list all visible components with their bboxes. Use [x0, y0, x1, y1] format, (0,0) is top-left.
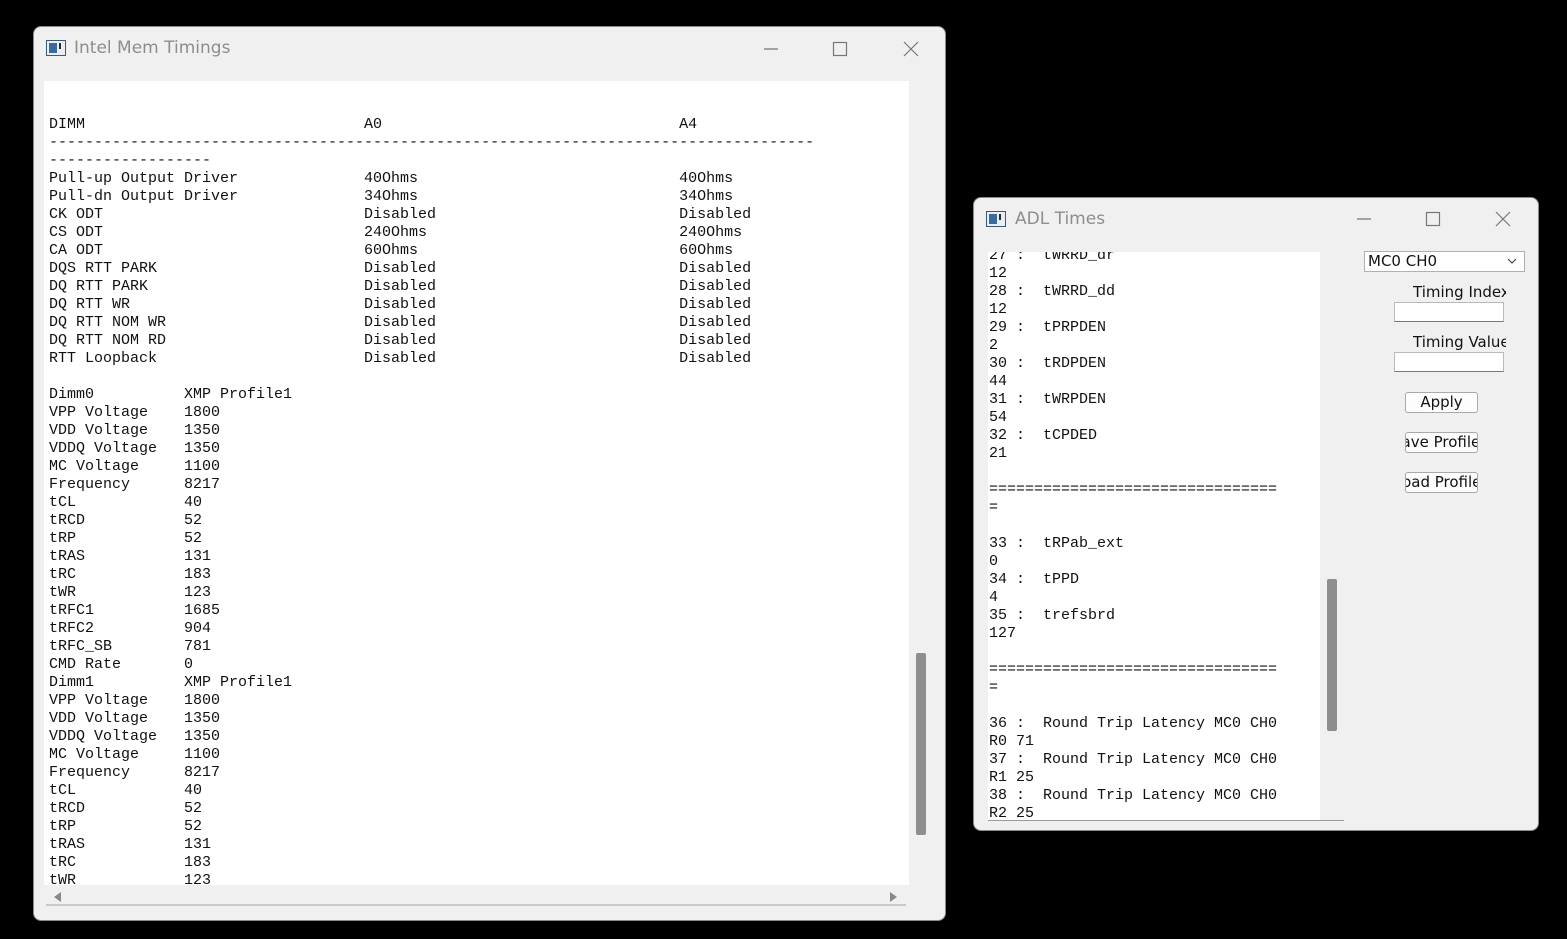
timing-index-input[interactable]: [1394, 302, 1504, 322]
timings-list-text: 27 : tWRRD_dr 12 28 : tWRRD_dd 12 29 : t…: [989, 252, 1278, 820]
window-title: ADL Times: [1015, 209, 1106, 229]
app-icon: [986, 211, 1006, 227]
list-scrollbar-thumb[interactable]: [1327, 579, 1337, 731]
load-profile-button[interactable]: Load Profile: [1405, 472, 1478, 493]
vertical-scrollbar-thumb[interactable]: [916, 653, 926, 835]
horizontal-scrollbar-line: [46, 904, 906, 906]
horizontal-scrollbar[interactable]: [44, 885, 909, 910]
title-bar[interactable]: Intel Mem Timings: [34, 27, 945, 71]
memory-timings-text: DIMM A0 A4 -----------------------------…: [49, 116, 815, 885]
minimize-icon[interactable]: [761, 39, 781, 59]
controller-select-value: MC0 CH0: [1368, 252, 1438, 270]
list-vertical-scrollbar[interactable]: [1320, 252, 1344, 820]
chevron-down-icon: [1506, 252, 1518, 276]
controller-select[interactable]: MC0 CH0: [1364, 251, 1525, 272]
apply-button[interactable]: Apply: [1405, 392, 1478, 413]
vertical-scrollbar[interactable]: [909, 81, 934, 885]
timings-list[interactable]: 27 : tWRRD_dr 12 28 : tWRRD_dd 12 29 : t…: [988, 252, 1320, 820]
minimize-icon[interactable]: [1354, 209, 1374, 229]
timing-value-label: Timing Value: [1413, 333, 1506, 351]
window-title: Intel Mem Timings: [74, 38, 231, 58]
maximize-icon[interactable]: [1423, 209, 1443, 229]
close-icon[interactable]: [901, 39, 921, 59]
timing-index-label: Timing Index: [1413, 283, 1506, 301]
app-icon: [46, 40, 66, 56]
maximize-icon[interactable]: [830, 39, 850, 59]
timing-value-input[interactable]: [1394, 352, 1504, 372]
list-bottom-border: [988, 820, 1344, 821]
scroll-left-icon[interactable]: [54, 892, 61, 902]
memory-timings-text-area[interactable]: DIMM A0 A4 -----------------------------…: [44, 81, 909, 885]
scroll-right-icon[interactable]: [890, 892, 897, 902]
close-icon[interactable]: [1493, 209, 1513, 229]
save-profile-button[interactable]: Save Profile: [1405, 432, 1478, 453]
title-bar[interactable]: ADL Times: [974, 198, 1538, 240]
